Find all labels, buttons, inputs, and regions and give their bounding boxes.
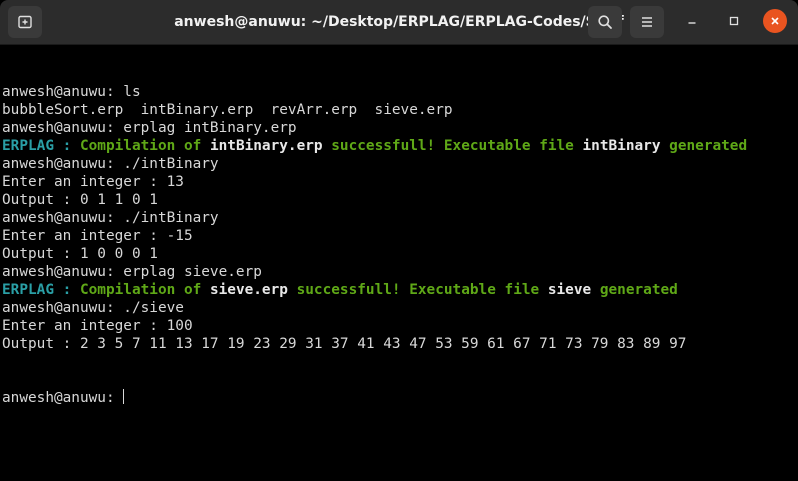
- terminal-line: Enter an integer : 100: [2, 317, 796, 335]
- terminal-text-segment: Output : 2 3 5 7 11 13 17 19 23 29 31 37…: [2, 336, 687, 352]
- hamburger-menu-icon: [642, 17, 652, 27]
- terminal-line: Output : 0 1 1 0 1: [2, 191, 796, 209]
- text-cursor: [123, 389, 125, 404]
- terminal-text-segment: ERPLAG :: [2, 282, 80, 298]
- terminal-text-segment: successfull! Executable file: [322, 138, 583, 154]
- maximize-icon: [729, 16, 739, 26]
- terminal-line: anwesh@anuwu: erplag intBinary.erp: [2, 119, 796, 137]
- terminal-text-segment: Enter an integer : 100: [2, 318, 193, 334]
- close-icon: [771, 17, 779, 25]
- minimize-icon: [688, 22, 696, 24]
- new-tab-button[interactable]: [8, 6, 42, 38]
- terminal-text-segment: anwesh@anuwu: erplag intBinary.erp: [2, 120, 297, 136]
- terminal-text-segment: anwesh@anuwu: ./intBinary: [2, 156, 219, 172]
- terminal-line: anwesh@anuwu: ls: [2, 83, 796, 101]
- terminal-text-segment: Compilation of: [79, 282, 210, 298]
- terminal-text-segment: anwesh@anuwu: ls: [2, 84, 141, 100]
- terminal-line: anwesh@anuwu: ./intBinary: [2, 209, 796, 227]
- terminal-text-segment: successfull! Executable file: [287, 282, 548, 298]
- maximize-button[interactable]: [722, 9, 746, 33]
- terminal-window: anwesh@anuwu: ~/Desktop/ERPLAG/ERPLAG-Co…: [0, 0, 798, 481]
- terminal-line: Output : 2 3 5 7 11 13 17 19 23 29 31 37…: [2, 335, 796, 353]
- terminal-line: bubbleSort.erp intBinary.erp revArr.erp …: [2, 101, 796, 119]
- prompt-text: anwesh@anuwu:: [2, 390, 124, 406]
- new-tab-icon: [18, 15, 32, 29]
- terminal-line: ERPLAG : Compilation of sieve.erp succes…: [2, 281, 796, 299]
- terminal-text-segment: anwesh@anuwu: ./intBinary: [2, 210, 219, 226]
- terminal-text-segment: sieve: [547, 282, 592, 298]
- active-prompt-line[interactable]: anwesh@anuwu:: [2, 389, 796, 407]
- search-button[interactable]: [588, 6, 622, 38]
- terminal-text-segment: generated: [660, 138, 748, 154]
- terminal-output[interactable]: anwesh@anuwu: ls bubbleSort.erp intBinary…: [2, 47, 796, 477]
- terminal-line: Output : 1 0 0 0 1: [2, 245, 796, 263]
- terminal-line: Enter an integer : 13: [2, 173, 796, 191]
- title-bar[interactable]: anwesh@anuwu: ~/Desktop/ERPLAG/ERPLAG-Co…: [0, 0, 798, 45]
- terminal-text-segment: ERPLAG :: [2, 138, 80, 154]
- terminal-text-segment: anwesh@anuwu: ./sieve: [2, 300, 184, 316]
- search-icon: [598, 15, 612, 29]
- terminal-text-segment: sieve.erp: [209, 282, 288, 298]
- terminal-line: anwesh@anuwu: ./intBinary: [2, 155, 796, 173]
- terminal-text-segment: generated: [591, 282, 678, 298]
- terminal-text-segment: Compilation of: [79, 138, 210, 154]
- terminal-lines: anwesh@anuwu: ls bubbleSort.erp intBinary…: [2, 83, 796, 353]
- window-title: anwesh@anuwu: ~/Desktop/ERPLAG/ERPLAG-Co…: [174, 14, 624, 30]
- terminal-text-segment: Output : 0 1 1 0 1: [2, 192, 158, 208]
- terminal-text-segment: Enter an integer : -15: [2, 228, 193, 244]
- terminal-text-segment: bubbleSort.erp intBinary.erp revArr.erp …: [2, 102, 453, 118]
- terminal-text-segment: intBinary: [582, 138, 661, 154]
- terminal-text-segment: anwesh@anuwu: erplag sieve.erp: [2, 264, 262, 280]
- terminal-text-segment: Output : 1 0 0 0 1: [2, 246, 158, 262]
- terminal-line: Enter an integer : -15: [2, 227, 796, 245]
- terminal-line: anwesh@anuwu: erplag sieve.erp: [2, 263, 796, 281]
- terminal-line: ERPLAG : Compilation of intBinary.erp su…: [2, 137, 796, 155]
- terminal-text-segment: Enter an integer : 13: [2, 174, 184, 190]
- minimize-button[interactable]: [680, 9, 704, 33]
- close-button[interactable]: [763, 9, 787, 33]
- terminal-line: anwesh@anuwu: ./sieve: [2, 299, 796, 317]
- menu-button[interactable]: [630, 6, 664, 38]
- terminal-text-segment: intBinary.erp: [209, 138, 323, 154]
